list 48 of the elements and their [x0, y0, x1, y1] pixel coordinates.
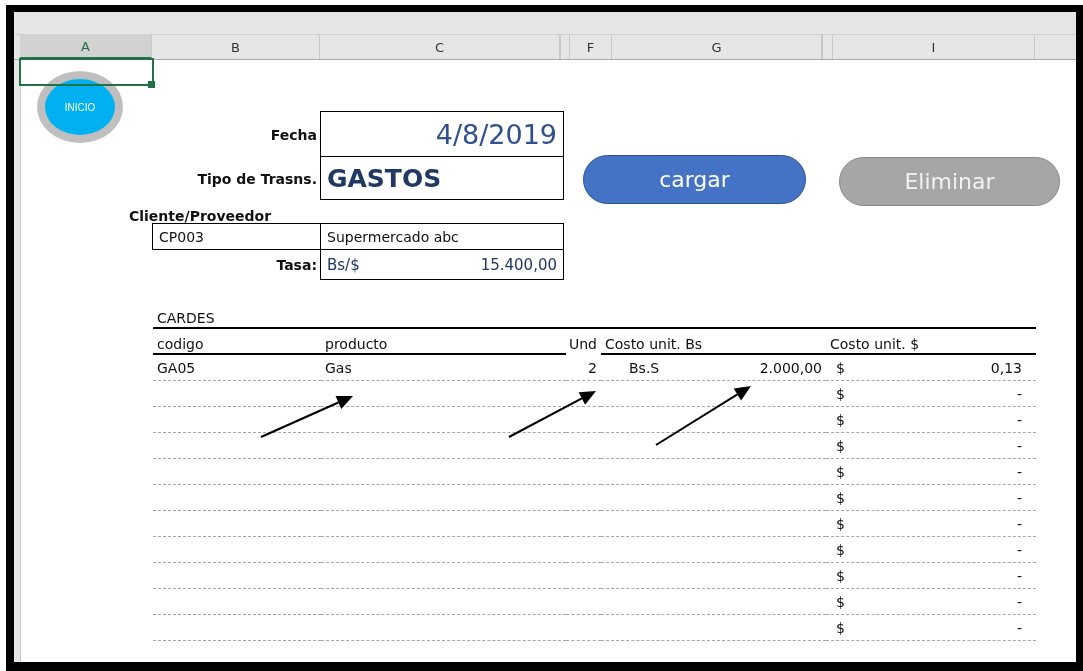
currency-symbol: $	[836, 385, 845, 402]
amount: -	[1016, 619, 1022, 636]
currency-symbol: $	[836, 411, 845, 428]
column-heading: producto	[321, 329, 566, 355]
amount: -	[1016, 515, 1022, 532]
rate-unit: Bs/$	[327, 255, 360, 274]
table-cell: GA05	[153, 355, 321, 381]
currency-symbol: $	[836, 489, 845, 506]
amount: -	[1016, 463, 1022, 480]
rate-value: 15.400,00	[479, 255, 557, 274]
amount: 2.000,00	[759, 359, 822, 376]
amount: -	[1016, 437, 1022, 454]
field-label: Fecha	[269, 125, 318, 145]
currency-symbol: $	[836, 541, 845, 558]
currency-symbol: $	[836, 437, 845, 454]
column-heading: Costo unit. Bs	[601, 329, 826, 355]
currency-symbol: $	[836, 567, 845, 584]
table-cell: 2	[566, 355, 601, 381]
currency-symbol: $	[836, 515, 845, 532]
amount: 0,13	[990, 359, 1022, 376]
field-label: Tipo de Trasns.	[196, 169, 318, 189]
selected-cell[interactable]	[19, 58, 154, 86]
amount: -	[1016, 567, 1022, 584]
amount: -	[1016, 541, 1022, 558]
client-name-field[interactable]: Supermercado abc	[320, 223, 564, 250]
column-heading: codigo	[153, 329, 321, 355]
currency-symbol: $	[836, 463, 845, 480]
table-cell: Gas	[321, 355, 566, 381]
column-heading: Und	[568, 335, 598, 354]
column-header[interactable]: A	[20, 35, 152, 59]
amount: -	[1016, 411, 1022, 428]
field-label: Tasa:	[275, 256, 318, 275]
currency-symbol: $	[836, 359, 845, 376]
column-heading: Costo unit. $	[826, 329, 1036, 355]
amount: -	[1016, 593, 1022, 610]
amount: -	[1016, 385, 1022, 402]
field-label: Cliente/Proveedor	[128, 207, 273, 224]
type-field[interactable]: GASTOS	[320, 156, 564, 200]
load-button[interactable]: cargar	[583, 155, 806, 204]
client-code-field[interactable]: CP003	[152, 223, 321, 250]
currency-symbol: Bs.S	[629, 359, 660, 376]
amount: -	[1016, 489, 1022, 506]
currency-symbol: $	[836, 619, 845, 636]
rate-field[interactable]: Bs/$ 15.400,00	[320, 249, 564, 280]
table-title: CARDES	[153, 310, 1036, 329]
currency-symbol: $	[836, 593, 845, 610]
fill-handle[interactable]	[148, 81, 155, 88]
date-field[interactable]: 4/8/2019	[320, 111, 564, 157]
